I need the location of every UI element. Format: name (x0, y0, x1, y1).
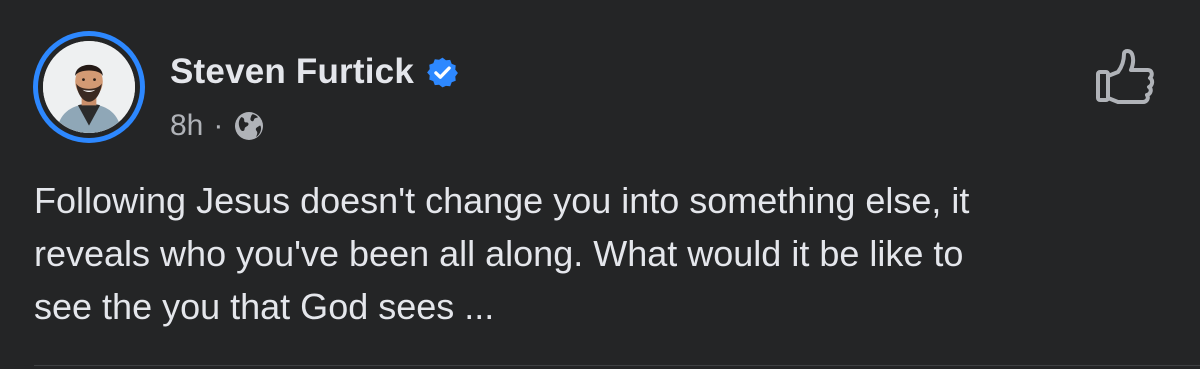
meta-separator: · (213, 109, 224, 142)
profile-photo (43, 41, 135, 133)
feed-post: Steven Furtick 8h · Following Jesus does… (0, 0, 1200, 369)
post-timestamp[interactable]: 8h (170, 109, 203, 143)
globe-icon[interactable] (233, 110, 265, 142)
post-text: Following Jesus doesn't change you into … (34, 180, 970, 327)
author-row: Steven Furtick (170, 48, 459, 96)
thumbs-up-icon[interactable] (1094, 48, 1156, 104)
author-name[interactable]: Steven Furtick (170, 52, 414, 92)
avatar[interactable] (43, 41, 135, 133)
post-meta: 8h · (170, 106, 265, 146)
avatar-story-ring[interactable] (33, 31, 145, 143)
verified-badge-icon (427, 57, 458, 87)
post-divider (34, 365, 1200, 366)
